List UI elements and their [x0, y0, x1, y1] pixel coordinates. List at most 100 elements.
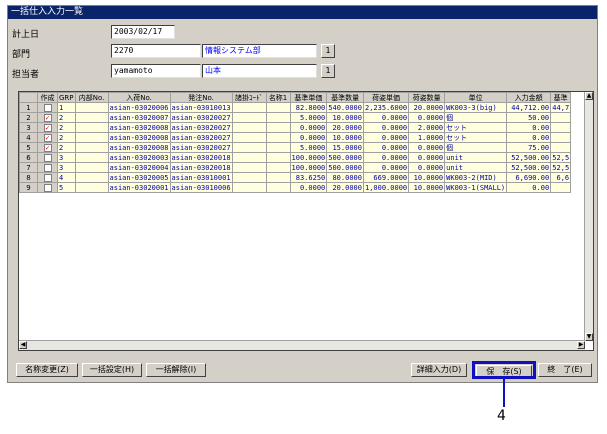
create-checkbox-cell[interactable] [37, 152, 58, 163]
cell-order[interactable]: asian-03010013 [169, 102, 233, 113]
scroll-up-icon[interactable]: ▲ [585, 92, 593, 100]
cell-inner[interactable] [74, 102, 109, 113]
cell-name[interactable] [265, 182, 291, 193]
cell-arrival[interactable]: asian-03020001 [107, 182, 171, 193]
cell-fee[interactable] [231, 142, 267, 153]
create-checkbox-cell[interactable]: ✓ [37, 122, 58, 133]
cell-name[interactable] [265, 172, 291, 183]
cell-pack-qty[interactable]: 1.0000 [408, 132, 446, 143]
table-row[interactable]: 2 ✓ 2 asian-03020007 asian-03020027 5.0000 10.… [19, 112, 572, 123]
cell-fee[interactable] [231, 122, 267, 133]
table-row[interactable]: 5 ✓ 2 asian-03020008 asian-03020027 5.0000 15.… [19, 142, 572, 153]
cell-unit[interactable]: unit [444, 152, 508, 163]
cell-pack-qty[interactable]: 20.0000 [408, 102, 446, 113]
create-checkbox[interactable]: ✓ [43, 143, 52, 152]
horizontal-scrollbar[interactable]: ◀ ▶ [19, 340, 585, 350]
cell-inner[interactable] [74, 182, 109, 193]
cell-arrival[interactable]: asian-03020008 [107, 142, 171, 153]
cell-amount[interactable]: 52,500.00 [506, 162, 552, 173]
cell-unit-price[interactable]: 83.6250 [289, 172, 328, 183]
row-number[interactable]: 7 [19, 162, 38, 173]
scroll-down-icon[interactable]: ▼ [585, 333, 593, 341]
bulk-clear-button[interactable]: 一括解除(I) [146, 363, 206, 377]
cell-name[interactable] [265, 142, 291, 153]
table-row[interactable]: 8 4 asian-03020005 asian-03010001 83.6250 80.… [19, 172, 572, 183]
cell-name[interactable] [265, 132, 291, 143]
cell-qty[interactable]: 500.0000 [326, 152, 364, 163]
cell-grp[interactable]: 2 [57, 122, 76, 133]
cell-pack-qty[interactable]: 10.0000 [408, 182, 446, 193]
cell-arrival[interactable]: asian-03020004 [107, 162, 171, 173]
cell-grp[interactable]: 2 [57, 132, 76, 143]
cell-grp[interactable]: 4 [57, 172, 76, 183]
cell-grp[interactable]: 3 [57, 152, 76, 163]
cell-order[interactable]: asian-03020018 [169, 162, 233, 173]
row-number[interactable]: 9 [19, 182, 38, 193]
cell-inner[interactable] [74, 112, 109, 123]
cell-pack-qty[interactable]: 10.0000 [408, 172, 446, 183]
cell-base[interactable] [550, 122, 572, 133]
dept-code-field[interactable]: 2270 [111, 44, 201, 58]
cell-unit[interactable]: WK003-2(MID) [444, 172, 508, 183]
detail-input-button[interactable]: 詳細入力(D) [411, 363, 467, 377]
column-header[interactable]: 単位 [444, 92, 508, 103]
create-checkbox[interactable]: ✓ [43, 133, 52, 142]
cell-pack-price[interactable]: 0.0000 [362, 112, 410, 123]
cell-name[interactable] [265, 112, 291, 123]
cell-grp[interactable]: 3 [57, 162, 76, 173]
cell-unit[interactable]: セット [444, 122, 508, 133]
cell-order[interactable]: asian-03020027 [169, 132, 233, 143]
table-row[interactable]: 6 3 asian-03020003 asian-03020018 100.0000 50… [19, 152, 572, 163]
column-header[interactable]: 基準数量 [326, 92, 364, 103]
cell-base[interactable] [550, 182, 572, 193]
row-number[interactable]: 2 [19, 112, 38, 123]
cell-pack-price[interactable]: 1,000.0000 [362, 182, 410, 193]
cell-arrival[interactable]: asian-03020007 [107, 112, 171, 123]
create-checkbox[interactable] [43, 183, 52, 192]
row-number[interactable]: 3 [19, 122, 38, 133]
column-header[interactable]: 名称1 [265, 92, 291, 103]
create-checkbox-cell[interactable] [37, 172, 58, 183]
row-number[interactable]: 1 [19, 102, 38, 113]
create-checkbox-cell[interactable] [37, 182, 58, 193]
cell-arrival[interactable]: asian-03020008 [107, 132, 171, 143]
cell-unit-price[interactable]: 0.0000 [289, 132, 328, 143]
create-checkbox-cell[interactable]: ✓ [37, 132, 58, 143]
table-row[interactable]: 9 5 asian-03020001 asian-03010006 0.0000 20.0… [19, 182, 572, 193]
cell-unit-price[interactable]: 0.0000 [289, 122, 328, 133]
cell-pack-price[interactable]: 0.0000 [362, 142, 410, 153]
cell-arrival[interactable]: asian-03020008 [107, 122, 171, 133]
scroll-right-icon[interactable]: ▶ [577, 341, 585, 349]
cell-base[interactable]: 44,7 [550, 102, 572, 113]
cell-unit-price[interactable]: 5.0000 [289, 142, 328, 153]
cell-order[interactable]: asian-03020027 [169, 122, 233, 133]
row-number[interactable]: 8 [19, 172, 38, 183]
cell-inner[interactable] [74, 162, 109, 173]
cell-arrival[interactable]: asian-03020006 [107, 102, 171, 113]
create-checkbox[interactable]: ✓ [43, 113, 52, 122]
cell-amount[interactable]: 50.00 [506, 112, 552, 123]
cell-name[interactable] [265, 152, 291, 163]
create-checkbox[interactable]: ✓ [43, 123, 52, 132]
cell-grp[interactable]: 1 [57, 102, 76, 113]
cell-qty[interactable]: 10.0000 [326, 132, 364, 143]
cell-fee[interactable] [231, 172, 267, 183]
bulk-set-button[interactable]: 一括設定(H) [82, 363, 142, 377]
data-grid[interactable]: 作成 GRP 内部No. 入荷No. 発注No. 諸掛ｺｰﾄﾞ 名称1 基準単価 基準数量 荷姿単… [18, 91, 594, 351]
cell-qty[interactable]: 20.0000 [326, 182, 364, 193]
column-header[interactable]: 基準 [550, 92, 572, 103]
cell-unit[interactable]: 個 [444, 112, 508, 123]
cell-order[interactable]: asian-03020027 [169, 142, 233, 153]
cell-pack-price[interactable]: 0.0000 [362, 152, 410, 163]
column-header[interactable]: 基準単価 [289, 92, 328, 103]
cell-unit[interactable]: WK003-3(big) [444, 102, 508, 113]
column-header[interactable]: 作成 [37, 92, 58, 103]
cell-qty[interactable]: 500.0000 [326, 162, 364, 173]
cell-order[interactable]: asian-03020027 [169, 112, 233, 123]
cell-fee[interactable] [231, 162, 267, 173]
create-checkbox-cell[interactable]: ✓ [37, 112, 58, 123]
cell-amount[interactable]: 75.00 [506, 142, 552, 153]
create-checkbox-cell[interactable]: ✓ [37, 142, 58, 153]
cell-name[interactable] [265, 162, 291, 173]
cell-base[interactable]: 6,6 [550, 172, 572, 183]
